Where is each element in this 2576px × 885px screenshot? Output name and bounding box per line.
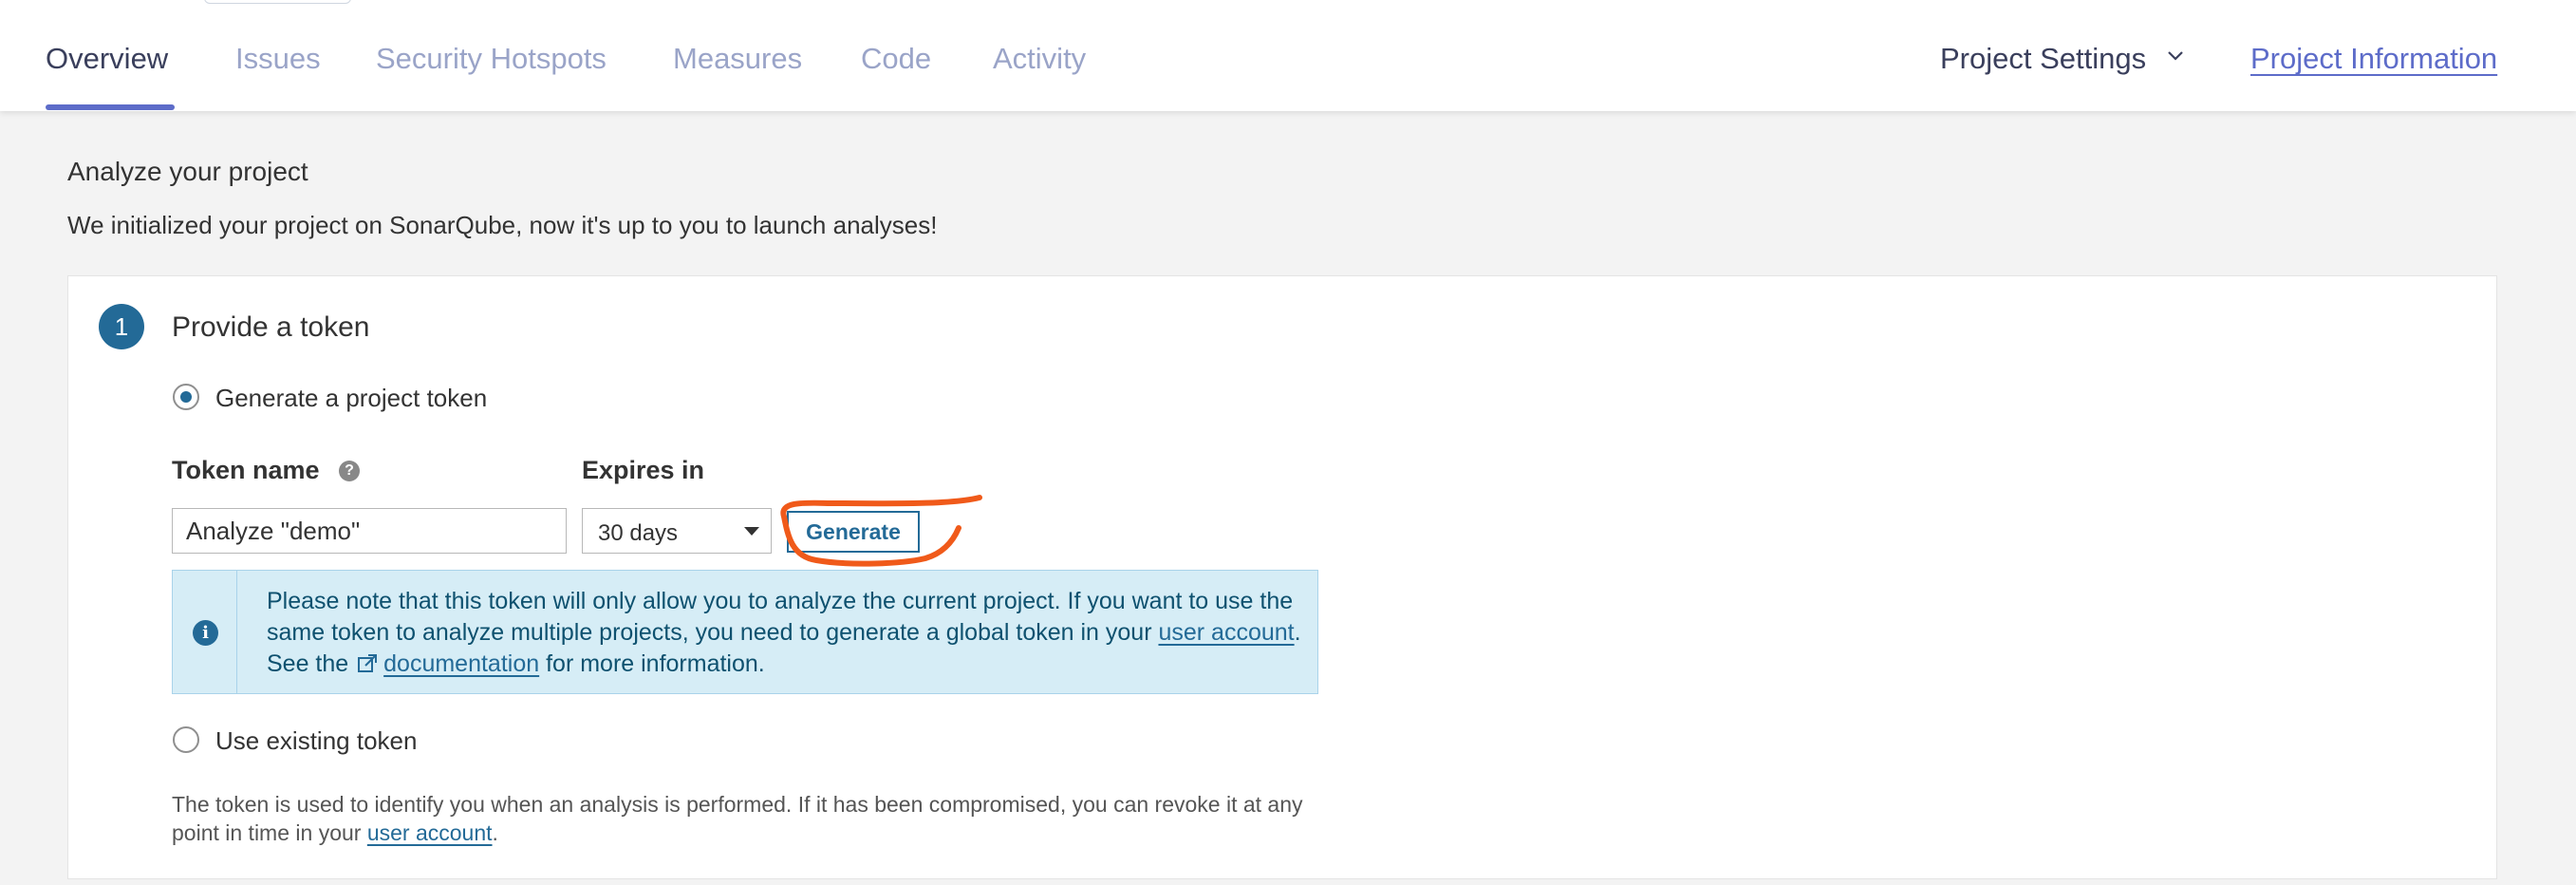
existing-token-label[interactable]: Use existing token [215,726,417,756]
project-settings-menu[interactable]: Project Settings [1940,42,2146,76]
partial-header-element [204,0,351,4]
info-text-part: for more information. [539,650,765,677]
generate-token-radio[interactable] [173,384,199,410]
step-title: Provide a token [172,311,370,343]
tab-code[interactable]: Code [861,42,931,76]
token-footnote: The token is used to identify you when a… [172,790,1349,847]
info-alert: i Please note that this token will only … [172,570,1318,694]
token-name-input[interactable] [172,508,567,554]
tab-issues[interactable]: Issues [235,42,321,76]
user-account-link[interactable]: user account [1158,619,1294,646]
footnote-text-part: . [492,820,498,845]
footnote-text-part: The token is used to identify you when a… [172,792,1303,845]
tab-measures[interactable]: Measures [673,42,802,76]
info-alert-text: Please note that this token will only al… [267,586,1301,680]
radio-selected-dot [180,391,192,403]
info-text-part: Please note that this token will only al… [267,588,1294,646]
info-icon: i [193,620,218,646]
project-information-link[interactable]: Project Information [2250,42,2497,76]
expires-in-label: Expires in [582,456,705,484]
caret-down-icon [744,527,759,536]
info-icon-column: i [173,571,237,693]
expires-in-select[interactable]: 30 days [582,508,772,554]
page-subtitle: We initialized your project on SonarQube… [67,211,938,239]
documentation-link[interactable]: documentation [383,650,539,677]
existing-token-radio[interactable] [173,726,199,753]
tab-activity[interactable]: Activity [993,42,1086,76]
top-navigation-bar: Overview Issues Security Hotspots Measur… [0,0,2576,111]
tab-overview[interactable]: Overview [46,42,168,76]
expires-in-value: 30 days [598,520,679,546]
step-number-badge: 1 [99,304,144,349]
generate-token-label[interactable]: Generate a project token [215,384,487,413]
tab-security-hotspots[interactable]: Security Hotspots [376,42,607,76]
page-title: Analyze your project [67,157,308,186]
help-icon[interactable]: ? [339,461,360,481]
footnote-user-account-link[interactable]: user account [367,820,493,845]
active-tab-indicator [46,104,175,110]
token-name-label: Token name [172,456,320,484]
chevron-down-icon[interactable] [2166,49,2185,63]
hand-drawn-circle-annotation [780,495,982,567]
external-link-icon [358,654,378,672]
